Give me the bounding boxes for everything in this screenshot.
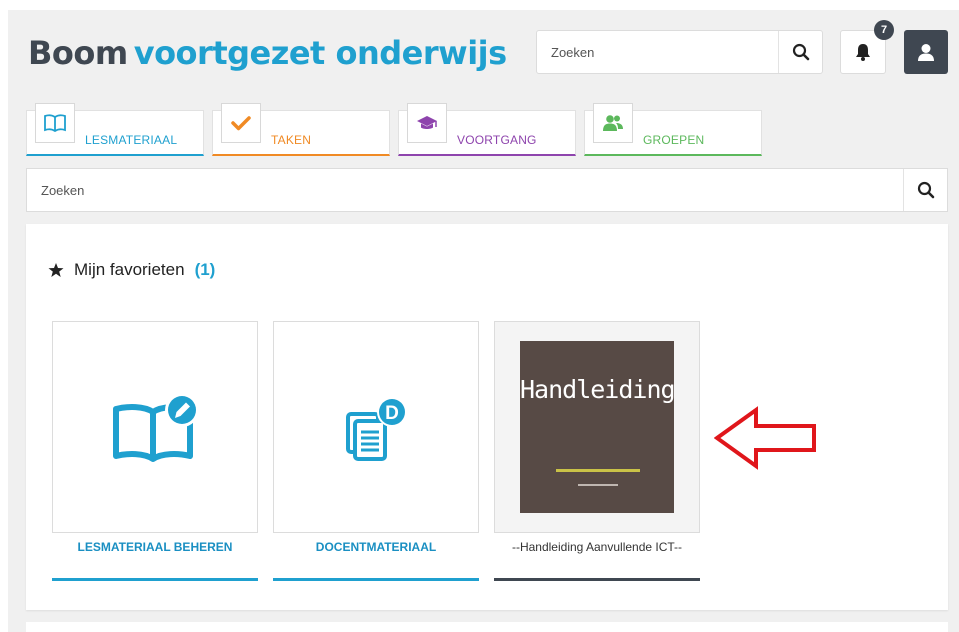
tab-label-lesmateriaal: LESMATERIAAL (85, 133, 178, 147)
tab-groepen[interactable]: GROEPEN (584, 103, 762, 156)
favorite-card-docentmateriaal[interactable]: D (273, 321, 479, 533)
book-cover-thumbnail: Handleiding (520, 341, 676, 513)
tab-label-voortgang: VOORTGANG (457, 133, 537, 147)
card-underline (273, 578, 479, 581)
svg-text:D: D (385, 403, 399, 424)
card-underline (494, 578, 700, 581)
content-search (26, 168, 948, 212)
tab-icon-box (407, 103, 447, 143)
brand-name-subtitle: voortgezet onderwijs (133, 34, 507, 72)
star-icon (48, 263, 64, 277)
content-search-input[interactable] (27, 169, 903, 211)
user-menu-button[interactable] (904, 30, 948, 74)
tab-taken[interactable]: TAKEN (212, 103, 390, 156)
next-panel-edge (26, 622, 948, 632)
favorite-card-label[interactable]: LESMATERIAAL BEHEREN (52, 540, 258, 554)
tab-lesmateriaal[interactable]: LESMATERIAAL (26, 103, 204, 156)
header-search-input[interactable] (537, 31, 779, 73)
notifications-badge: 7 (874, 20, 894, 40)
card-underline (52, 578, 258, 581)
bell-icon (856, 44, 870, 61)
favorites-panel: Mijn favorieten (1) LESMATERIAAL BEHEREN (26, 224, 948, 610)
check-icon (231, 116, 251, 131)
tab-icon-box (35, 103, 75, 143)
user-icon (918, 44, 934, 61)
brand-name-boom: Boom (28, 34, 128, 72)
favorites-count: (1) (194, 260, 216, 279)
book-cover-publisher-strip (556, 469, 640, 472)
book-cover-title: Handleiding (520, 375, 676, 404)
favorite-card-label[interactable]: DOCENTMATERIAAL (273, 540, 479, 554)
favorites-heading: Mijn favorieten (1) (48, 260, 215, 280)
header-search (536, 30, 823, 74)
tab-icon-box (593, 103, 633, 143)
tab-icon-box (221, 103, 261, 143)
tab-label-groepen: GROEPEN (643, 133, 705, 147)
left-arrow-annotation-icon (714, 406, 816, 470)
book-cover-fineprint (578, 484, 618, 486)
favorite-card-handleiding[interactable]: Handleiding (494, 321, 700, 533)
graduation-cap-icon (417, 116, 437, 129)
users-icon (603, 115, 623, 131)
book-icon (44, 114, 66, 132)
content-search-button[interactable] (903, 169, 947, 211)
search-icon (792, 43, 809, 61)
tab-label-taken: TAKEN (271, 133, 312, 147)
app-root: Boomvoortgezet onderwijs 7 LESMATERIAAL … (8, 10, 959, 632)
favorite-card-lesmateriaal-beheren[interactable] (52, 321, 258, 533)
header-search-button[interactable] (778, 31, 822, 73)
tab-voortgang[interactable]: VOORTGANG (398, 103, 576, 156)
favorites-title: Mijn favorieten (74, 260, 185, 279)
book-edit-icon (113, 393, 199, 462)
favorite-card-label[interactable]: --Handleiding Aanvullende ICT-- (494, 540, 700, 554)
search-icon (917, 181, 934, 199)
documents-d-icon: D (346, 397, 407, 461)
brand-logo[interactable]: Boom voortgezet onderwijs (28, 34, 507, 72)
